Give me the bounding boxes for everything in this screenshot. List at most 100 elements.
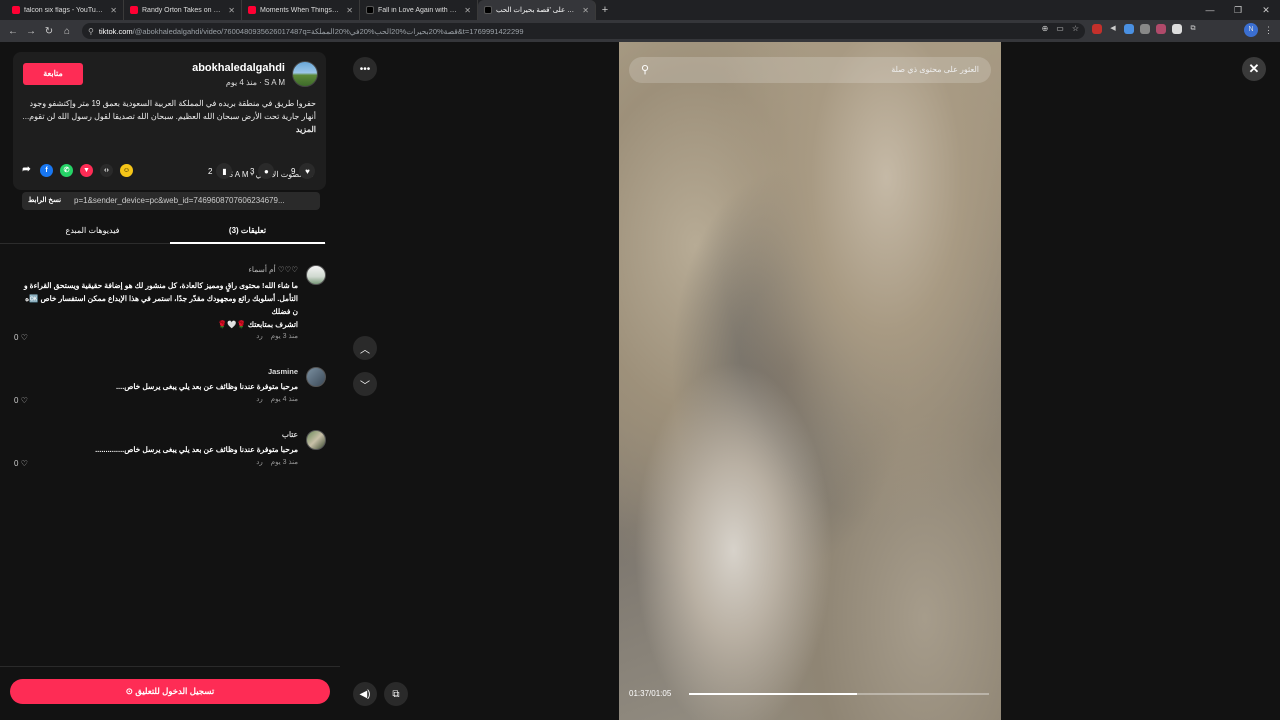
- floating-player-button[interactable]: ⧉: [384, 682, 408, 706]
- heart-outline-icon: ♡: [20, 333, 28, 342]
- youtube-icon: [130, 6, 138, 14]
- comment-meta: منذ 3 يوم رد: [256, 458, 298, 466]
- tab-title: Fall in Love Again with Cyberp: [378, 6, 457, 14]
- comment-count[interactable]: 3 ●: [250, 163, 275, 179]
- extension-icon[interactable]: [1156, 24, 1166, 34]
- share-arrow-icon[interactable]: ➦: [20, 164, 33, 177]
- address-bar: ← → ↻ ⌂ ⚲ tiktok.com/@abokhaledalgahdi/v…: [0, 20, 1280, 42]
- comment-item: ♡♡♡ أم أسماء ما شاء الله! محتوى راقٍ ومم…: [14, 265, 326, 345]
- telegram-icon[interactable]: ▼: [80, 164, 93, 177]
- copy-link-button[interactable]: نسخ الرابط: [28, 196, 61, 204]
- comment-item: عتاب مرحبا متوفرة عندنا وظائف عن بعد يلي…: [14, 430, 326, 470]
- comment-meta: منذ 4 يوم رد: [256, 395, 298, 403]
- window-close-icon[interactable]: ✕: [1252, 5, 1280, 16]
- previous-video-button[interactable]: ︿: [353, 336, 377, 360]
- close-video-button[interactable]: ✕: [1242, 57, 1266, 81]
- comment-icon: ●: [258, 163, 275, 179]
- zoom-icon[interactable]: ⊕: [1042, 24, 1049, 33]
- like-count[interactable]: 9 ♥: [291, 163, 316, 179]
- more-dots-icon: •••: [359, 63, 371, 75]
- comment-line: مرحبا متوفرة عندنا وظائف عن بعد يلي يبغى…: [95, 445, 298, 454]
- save-count-value: 2: [208, 166, 213, 176]
- extension-icon[interactable]: [1092, 24, 1102, 34]
- avatar[interactable]: [306, 265, 326, 285]
- tab-creator-videos[interactable]: فيديوهات المبدع: [15, 226, 170, 235]
- panel-tabs: فيديوهات المبدع تعليقات (3): [0, 218, 326, 244]
- site-info-icon[interactable]: ⚲: [88, 27, 94, 36]
- video-search-bar[interactable]: ⚲ العثور على محتوى ذي صلة: [629, 57, 991, 83]
- url-path: /@abokhaledalgahdi/video/760048093562601…: [132, 26, 524, 36]
- back-icon[interactable]: ←: [4, 26, 22, 37]
- heart-outline-icon: ♡: [20, 396, 28, 405]
- close-icon[interactable]: ✕: [464, 6, 471, 15]
- facebook-icon[interactable]: f: [40, 164, 53, 177]
- comment-line: ن فضلك: [271, 307, 298, 316]
- youtube-icon: [12, 6, 20, 14]
- maximize-icon[interactable]: ❐: [1224, 5, 1252, 16]
- close-icon[interactable]: ✕: [346, 6, 353, 15]
- bookmark-star-icon[interactable]: ☆: [1072, 24, 1079, 33]
- video-progress-bar[interactable]: [689, 693, 989, 695]
- minimize-icon[interactable]: —: [1196, 5, 1224, 15]
- save-count[interactable]: 2 ▮: [208, 163, 233, 179]
- author-subtitle: S A M · منذ 4 يوم: [225, 78, 285, 87]
- next-video-button[interactable]: ﹀: [353, 372, 377, 396]
- forward-icon[interactable]: →: [22, 26, 40, 37]
- cast-icon[interactable]: ▭: [1056, 24, 1064, 33]
- comment-like[interactable]: 0 ♡: [14, 333, 28, 342]
- share-link: p=1&sender_device=pc&web_id=746960870760…: [74, 196, 285, 205]
- comment-line: مرحبا متوفرة عندنا وظائف عن بعد يلي يبغى…: [115, 382, 298, 391]
- volume-button[interactable]: ◀): [353, 682, 377, 706]
- close-icon[interactable]: ✕: [228, 6, 235, 15]
- author-name[interactable]: abokhaledalgahdi: [192, 62, 285, 74]
- browser-tab[interactable]: Moments When Things Went W ✕: [242, 0, 360, 20]
- speaker-icon[interactable]: ◀: [1108, 24, 1118, 34]
- details-panel: متابعة abokhaledalgahdi S A M · منذ 4 يو…: [0, 42, 340, 720]
- more-options-button[interactable]: •••: [353, 57, 377, 81]
- follow-button[interactable]: متابعة: [23, 63, 83, 85]
- browser-tab[interactable]: Randy Orton Takes on the Iron ✕: [124, 0, 242, 20]
- url-field[interactable]: ⚲ tiktok.com/@abokhaledalgahdi/video/760…: [82, 23, 1085, 39]
- tab-comments[interactable]: تعليقات (3): [170, 226, 325, 235]
- avatar[interactable]: [306, 367, 326, 387]
- home-icon[interactable]: ⌂: [58, 26, 76, 37]
- heart-outline-icon: ♡: [20, 459, 28, 468]
- comment-like[interactable]: 0 ♡: [14, 459, 28, 468]
- more-link[interactable]: المزيد: [296, 125, 316, 134]
- comment-author[interactable]: عتاب: [282, 430, 298, 439]
- reply-button[interactable]: رد: [256, 458, 263, 466]
- close-icon[interactable]: ✕: [582, 6, 589, 15]
- video-player[interactable]: ⚲ العثور على محتوى ذي صلة 01:37/01:05: [619, 42, 1001, 720]
- share-link-row: نسخ الرابط p=1&sender_device=pc&web_id=7…: [22, 192, 320, 210]
- browser-tab[interactable]: Fall in Love Again with Cyberp ✕: [360, 0, 478, 20]
- comment-line: اتشرف بمتابعتك 🌹🤍🌹: [217, 320, 298, 329]
- comment-like[interactable]: 0 ♡: [14, 396, 28, 405]
- url-host: tiktok.com: [98, 26, 133, 36]
- comment-text: مرحبا متوفرة عندنا وظائف عن بعد يلي يبغى…: [116, 380, 298, 393]
- menu-icon[interactable]: ⋮: [1264, 25, 1273, 36]
- puzzle-icon[interactable]: ⧉: [1188, 24, 1198, 34]
- profile-avatar[interactable]: N: [1244, 23, 1258, 37]
- extension-icon[interactable]: [1172, 24, 1182, 34]
- browser-tab[interactable]: falcon six flags - YouTube ✕: [6, 0, 124, 20]
- close-icon: ✕: [1248, 61, 1260, 76]
- avatar[interactable]: [306, 430, 326, 450]
- embed-icon[interactable]: ‹›: [100, 164, 113, 177]
- friends-icon[interactable]: ☺: [120, 164, 133, 177]
- comment-author[interactable]: ♡♡♡ أم أسماء: [248, 265, 298, 274]
- extension-icon[interactable]: [1140, 24, 1150, 34]
- avatar[interactable]: [292, 61, 318, 87]
- whatsapp-icon[interactable]: ✆: [60, 164, 73, 177]
- reply-button[interactable]: رد: [256, 395, 263, 403]
- login-to-comment-button[interactable]: تسجيل الدخول للتعليق ⊙: [10, 679, 330, 704]
- divider: [0, 666, 340, 667]
- comment-author[interactable]: Jasmine: [268, 367, 298, 376]
- reload-icon[interactable]: ↻: [40, 26, 58, 37]
- pip-icon: ⧉: [392, 688, 400, 700]
- extensions-bar: ◀ ⧉: [1092, 24, 1198, 34]
- close-icon[interactable]: ✕: [110, 6, 117, 15]
- new-tab-button[interactable]: +: [596, 4, 614, 16]
- extension-icon[interactable]: [1124, 24, 1134, 34]
- browser-tab-active[interactable]: انظر على 'قصة بحيرات الحب ✕: [478, 0, 596, 20]
- reply-button[interactable]: رد: [256, 332, 263, 340]
